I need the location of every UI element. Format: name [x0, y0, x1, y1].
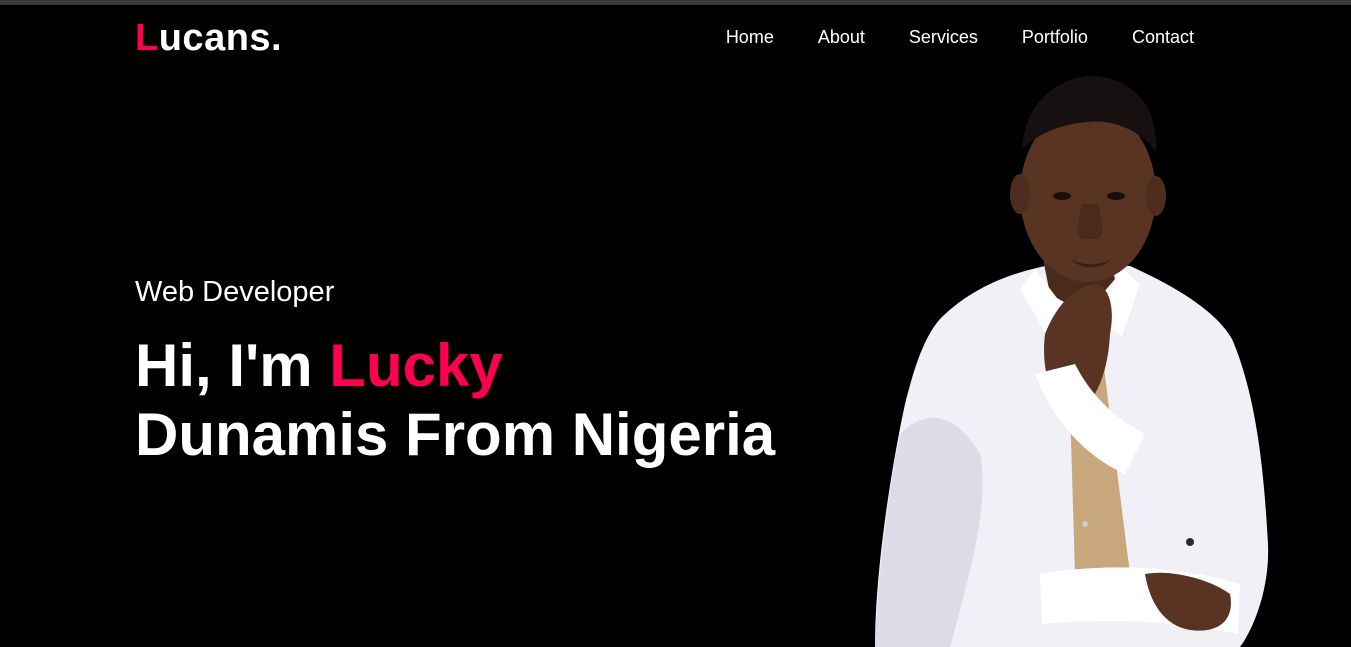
- window-top-bar: [0, 0, 1351, 5]
- nav-about[interactable]: About: [818, 27, 865, 48]
- hero-role: Web Developer: [135, 276, 335, 308]
- main-nav: Home About Services Portfolio Contact: [726, 27, 1194, 48]
- portrait-ear-right: [1146, 176, 1166, 216]
- portrait-ear-left: [1010, 174, 1030, 214]
- portrait-eye-right: [1107, 192, 1125, 200]
- logo-rest: ucans.: [158, 17, 283, 59]
- nav-contact[interactable]: Contact: [1132, 27, 1194, 48]
- logo-first-letter: L: [135, 17, 159, 59]
- portrait-eye-left: [1053, 192, 1071, 200]
- nav-home[interactable]: Home: [726, 27, 774, 48]
- hero-text: Web Developer Hi, I'm Lucky Dunamis From…: [135, 276, 775, 469]
- hero-name-highlight: Lucky: [329, 332, 503, 399]
- page: Lucans. Home About Services Portfolio Co…: [0, 0, 1351, 647]
- hero-headline: Hi, I'm Lucky Dunamis From Nigeria: [135, 331, 775, 469]
- nav-services[interactable]: Services: [909, 27, 978, 48]
- hero-greeting: Hi, I'm: [135, 332, 330, 399]
- hero-line2: Dunamis From Nigeria: [135, 401, 776, 468]
- portrait-shirt-button: [1082, 521, 1088, 527]
- portrait-nose: [1077, 204, 1103, 239]
- portrait-cuff-button: [1186, 538, 1194, 546]
- nav-portfolio[interactable]: Portfolio: [1022, 27, 1088, 48]
- site-logo[interactable]: Lucans.: [135, 17, 282, 60]
- profile-portrait: [875, 75, 1269, 647]
